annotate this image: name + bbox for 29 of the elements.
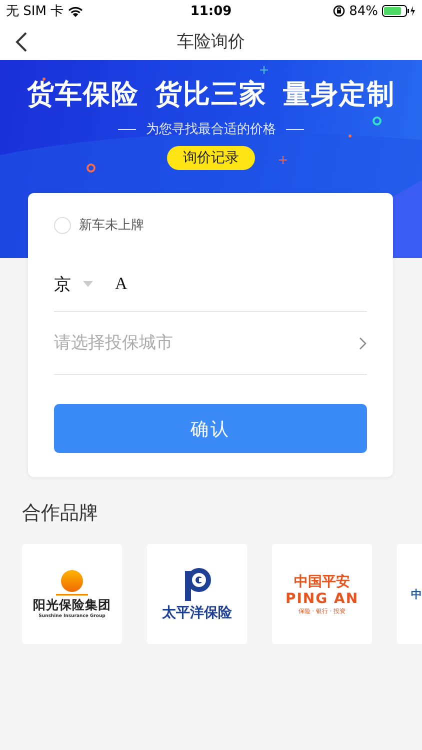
inquiry-history-button[interactable]: 询价记录 [167, 146, 255, 170]
carrier-label: 无 SIM 卡 [6, 3, 64, 20]
battery-icon [382, 5, 416, 17]
brand-name: 阳光保险集团 [33, 596, 111, 614]
province-dropdown[interactable]: 京 [54, 272, 93, 296]
cpic-logo-icon [182, 566, 212, 600]
chevron-right-icon [359, 336, 367, 350]
battery-percent: 84% [349, 4, 378, 18]
sun-logo-icon [54, 570, 90, 596]
wifi-icon [68, 6, 83, 16]
brand-name: 中国平安 [294, 572, 350, 590]
brand-card[interactable]: 太平洋保险 [147, 544, 247, 644]
clock: 11:09 [190, 4, 232, 18]
caret-icon [83, 281, 93, 287]
banner-headline: 量身定制 [283, 78, 395, 112]
page-title: 车险询价 [177, 30, 245, 52]
section-title: 合作品牌 [22, 501, 99, 526]
city-field[interactable]: 请选择投保城市 [54, 333, 294, 353]
banner-headline: 货比三家 [155, 78, 267, 112]
rotation-lock-icon [333, 5, 346, 17]
brand-name: 中 [411, 586, 422, 602]
banner-headline: 货车保险 [27, 78, 139, 112]
plate-input[interactable]: A [115, 274, 175, 294]
radio-button[interactable] [54, 216, 71, 234]
banner-tagline: 为您寻找最合适的价格 [146, 121, 276, 138]
brand-card[interactable]: 中 [397, 544, 422, 644]
checkbox-label: 新车未上牌 [79, 217, 144, 234]
brand-subtitle: PING AN [285, 590, 359, 606]
brand-name: 太平洋保险 [162, 604, 232, 622]
